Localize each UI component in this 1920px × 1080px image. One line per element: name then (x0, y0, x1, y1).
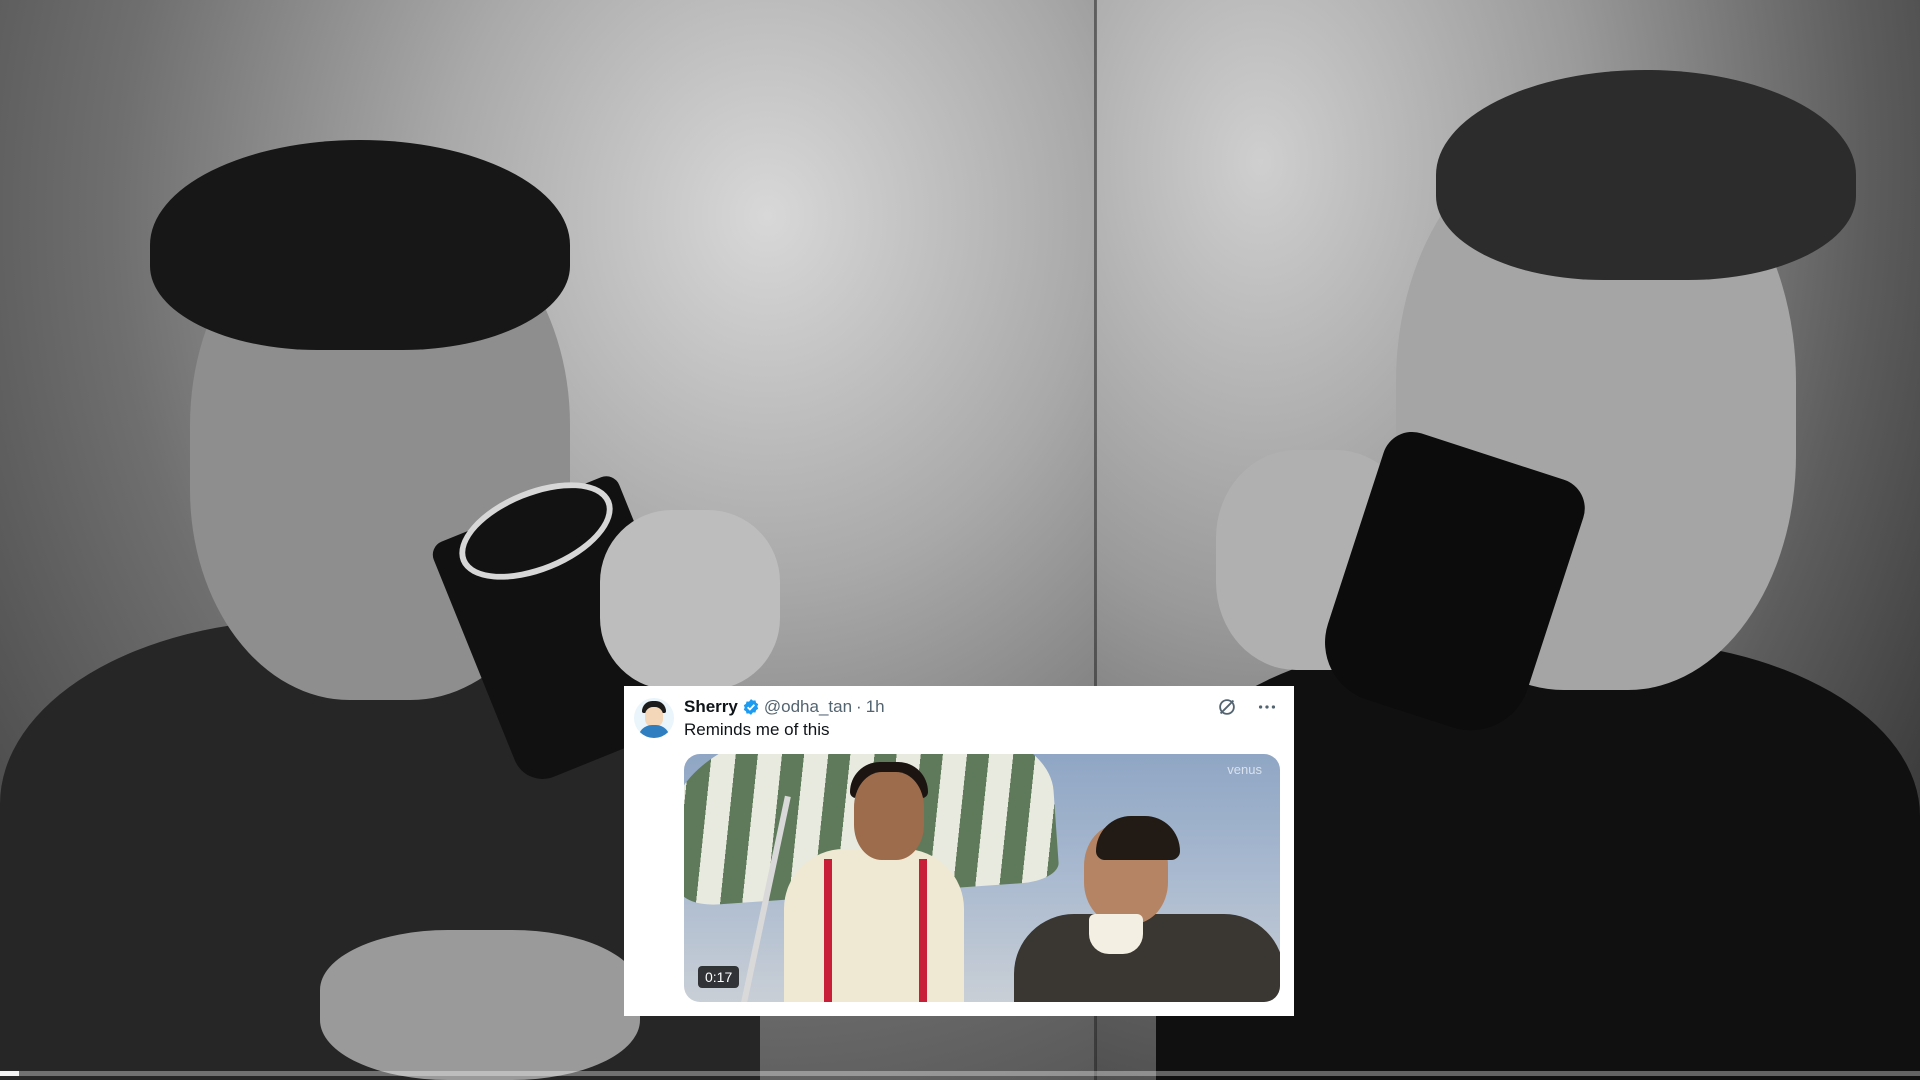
avatar[interactable] (634, 698, 674, 738)
grok-icon[interactable] (1216, 696, 1238, 718)
video-progress-bar[interactable] (0, 1071, 1920, 1076)
tweet-text: Reminds me of this (684, 720, 830, 739)
embedded-tweet-card[interactable]: Sherry @odha_tan · 1h Reminds me of this… (624, 686, 1294, 1016)
verified-badge-icon (742, 698, 760, 716)
teacup (1089, 914, 1143, 954)
display-name[interactable]: Sherry (684, 697, 738, 717)
laughing-man-2 (1014, 914, 1280, 1002)
more-icon[interactable] (1256, 696, 1278, 718)
tweet-video-thumbnail[interactable]: venus 0:17 (684, 754, 1280, 1002)
tweet-header: Sherry @odha_tan · 1h (684, 694, 885, 720)
channel-watermark: venus (1227, 762, 1262, 777)
tweet-actions (1216, 694, 1278, 720)
handle[interactable]: @odha_tan (764, 697, 852, 717)
separator-dot: · (856, 697, 862, 716)
laughing-man-1 (784, 849, 964, 1002)
video-progress-fill (0, 1071, 20, 1076)
video-duration-badge: 0:17 (698, 966, 740, 988)
timestamp[interactable]: 1h (866, 697, 885, 717)
